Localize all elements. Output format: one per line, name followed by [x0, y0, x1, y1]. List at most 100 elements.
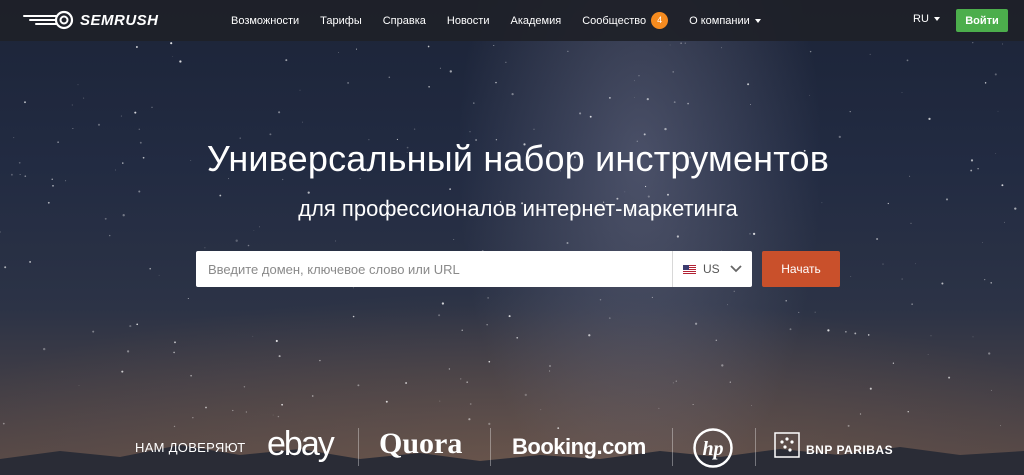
star	[608, 96, 611, 99]
nav-item-features[interactable]: Возможности	[231, 15, 299, 27]
star	[972, 42, 974, 44]
star	[173, 351, 175, 354]
semrush-fireball-icon	[23, 10, 74, 30]
star	[672, 71, 674, 73]
star	[427, 45, 430, 48]
star	[469, 403, 472, 405]
star	[982, 242, 983, 243]
star	[486, 324, 488, 326]
star	[752, 232, 756, 236]
star	[92, 330, 95, 333]
semrush-logo[interactable]: SEMRUSH	[22, 10, 159, 30]
star	[579, 112, 582, 115]
nav-item-label: О компании	[689, 14, 750, 27]
star	[624, 191, 626, 193]
star	[77, 84, 79, 86]
star	[720, 47, 722, 49]
star	[814, 311, 816, 313]
star	[179, 60, 182, 63]
star	[134, 111, 137, 114]
star	[243, 386, 246, 388]
star	[121, 370, 124, 373]
divider	[755, 428, 756, 466]
star	[915, 263, 916, 265]
star	[278, 355, 281, 358]
country-selector[interactable]: US	[672, 251, 752, 287]
star	[906, 59, 909, 62]
star	[97, 123, 101, 126]
star	[930, 335, 932, 337]
star	[448, 368, 451, 370]
star	[749, 104, 751, 105]
star	[511, 93, 514, 96]
star	[651, 296, 653, 298]
star	[588, 334, 591, 337]
nav-item-about[interactable]: О компании	[689, 15, 761, 27]
language-selector[interactable]: RU	[913, 13, 940, 25]
start-button[interactable]: Начать	[762, 251, 840, 287]
community-count-badge: 4	[651, 12, 669, 29]
star	[43, 347, 46, 351]
search-input[interactable]	[196, 251, 672, 287]
star	[24, 101, 26, 104]
star	[319, 359, 321, 362]
star	[307, 191, 310, 194]
trusted-by-label: НАМ ДОВЕРЯЮТ	[135, 440, 246, 455]
top-navbar: SEMRUSH Возможности Тарифы Справка Новос…	[0, 0, 1024, 41]
star	[533, 128, 535, 130]
star	[669, 44, 671, 46]
hero-background	[0, 0, 1024, 475]
nav-item-help[interactable]: Справка	[383, 15, 426, 27]
star	[928, 117, 931, 121]
nav-item-pricing[interactable]: Тарифы	[320, 15, 362, 27]
country-code: US	[703, 262, 720, 276]
star	[508, 315, 511, 318]
star	[138, 190, 141, 193]
star	[634, 80, 635, 82]
login-button[interactable]: Войти	[956, 9, 1008, 32]
star	[994, 73, 997, 76]
nav-item-news[interactable]: Новости	[447, 15, 490, 27]
hp-logo-text: hp	[702, 438, 723, 460]
star	[715, 339, 718, 342]
star	[505, 61, 507, 63]
nav-item-label: Справка	[382, 14, 426, 27]
nav-item-community[interactable]: Сообщество 4	[582, 12, 669, 29]
star	[439, 400, 441, 402]
star	[72, 128, 74, 129]
star	[151, 106, 153, 108]
nav-item-label: Академия	[510, 14, 562, 27]
hp-logo: hp	[693, 428, 733, 468]
star	[809, 50, 812, 53]
star	[285, 59, 288, 62]
nav-item-label: Тарифы	[320, 14, 362, 27]
star	[645, 185, 647, 188]
star	[798, 311, 800, 313]
star	[990, 282, 992, 284]
star	[245, 411, 247, 413]
star	[589, 115, 592, 118]
star	[850, 275, 852, 277]
star	[335, 240, 337, 242]
star	[599, 299, 602, 301]
star	[120, 115, 122, 117]
star	[658, 407, 660, 409]
star	[646, 97, 649, 101]
star	[990, 389, 992, 391]
star	[524, 393, 527, 397]
star	[441, 302, 445, 305]
star	[901, 92, 903, 93]
star	[845, 331, 847, 333]
hero-title: Универсальный набор инструментов	[206, 138, 830, 179]
star	[136, 323, 139, 326]
star	[984, 279, 986, 281]
star	[149, 267, 151, 270]
nav-item-academy[interactable]: Академия	[510, 15, 561, 27]
star	[460, 378, 462, 380]
star	[721, 364, 724, 367]
star	[869, 387, 872, 390]
star	[687, 102, 689, 105]
bnp-paribas-logo: BNP PARIBAS	[806, 443, 894, 457]
star	[495, 81, 497, 84]
star	[449, 70, 452, 73]
